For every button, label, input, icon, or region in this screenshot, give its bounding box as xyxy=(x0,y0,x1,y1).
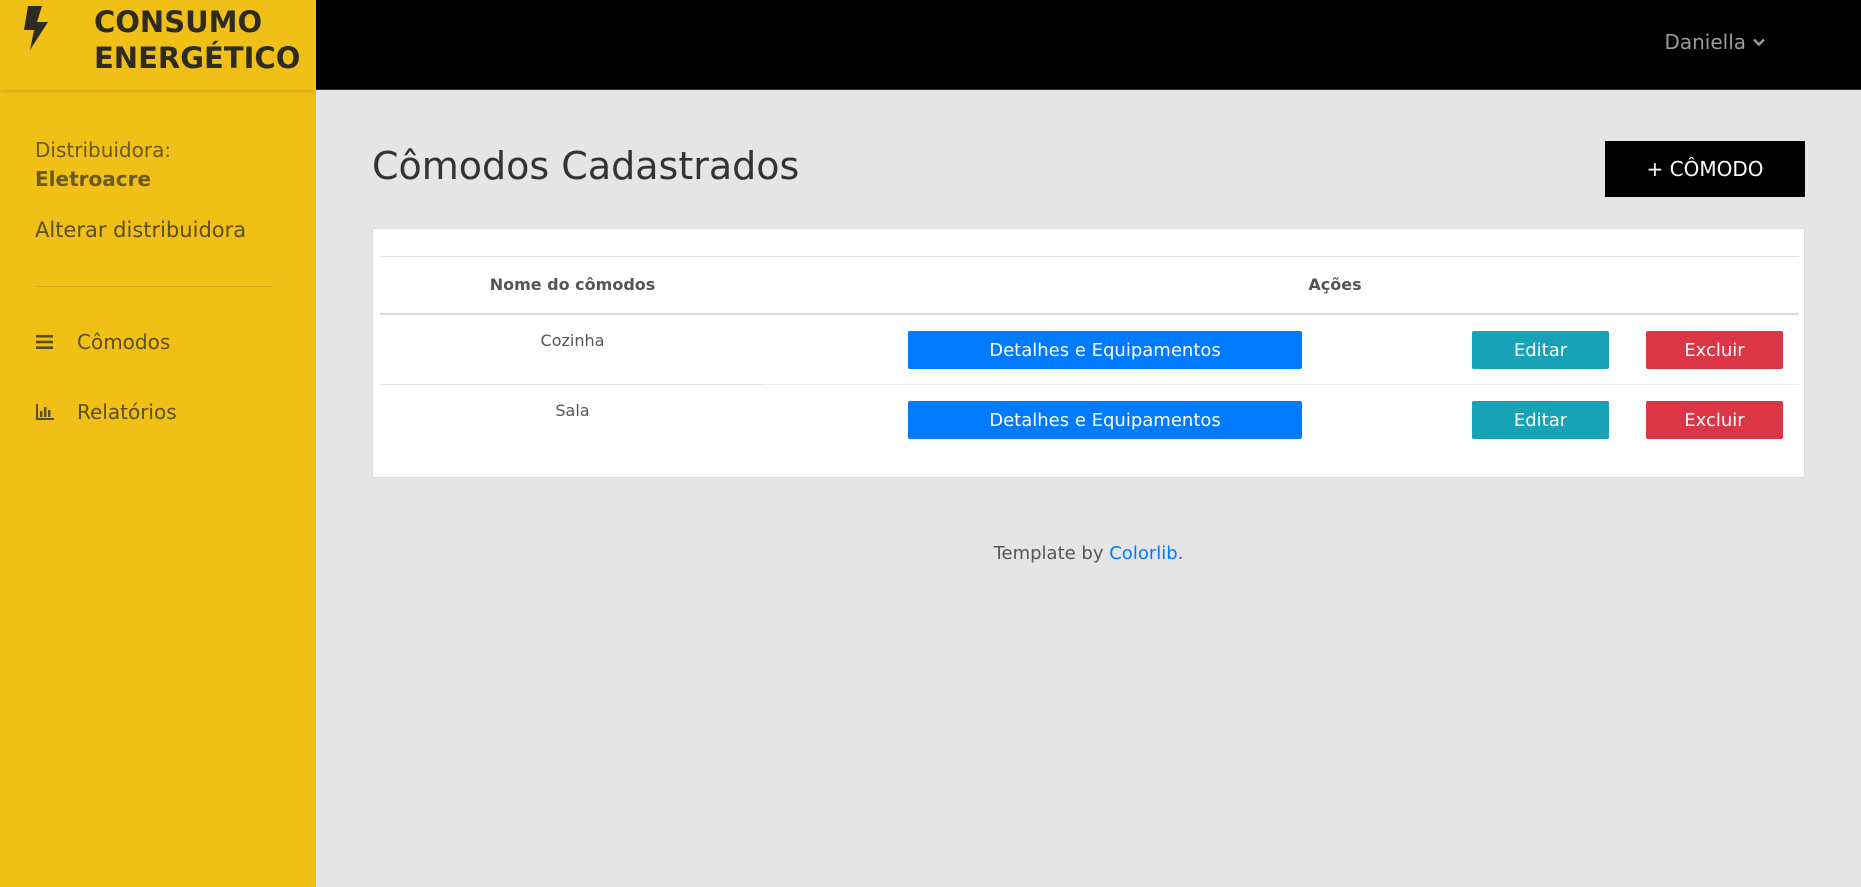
brand-line-2: ENERGÉTICO xyxy=(94,41,301,75)
chevron-down-icon xyxy=(1753,38,1765,47)
sidebar-divider xyxy=(35,286,273,287)
brand-title: CONSUMO ENERGÉTICO xyxy=(94,4,300,76)
edit-button[interactable]: Editar xyxy=(1472,331,1609,369)
table-row: Sala Detalhes e Equipamentos Editar Excl… xyxy=(380,385,1799,455)
colorlib-link[interactable]: Colorlib xyxy=(1109,543,1177,564)
user-menu[interactable]: Daniella xyxy=(1664,30,1766,54)
distributor-block: Distribuidora: Eletroacre xyxy=(35,136,171,194)
delete-button[interactable]: Excluir xyxy=(1646,401,1783,439)
table-row: Cozinha Detalhes e Equipamentos Editar E… xyxy=(380,315,1799,385)
footer-suffix: . xyxy=(1177,543,1184,564)
user-name: Daniella xyxy=(1664,30,1746,54)
brand[interactable]: CONSUMO ENERGÉTICO xyxy=(0,0,316,90)
column-header-actions: Ações xyxy=(1308,275,1362,294)
topbar: Daniella xyxy=(316,0,1861,90)
rooms-card: Nome do cômodos Ações Cozinha Detalhes e… xyxy=(372,228,1805,478)
sidebar: CONSUMO ENERGÉTICO Distribuidora: Eletro… xyxy=(0,0,316,887)
edit-button[interactable]: Editar xyxy=(1472,401,1609,439)
add-room-button[interactable]: + CÔMODO xyxy=(1605,141,1805,197)
table-header: Nome do cômodos Ações xyxy=(380,256,1799,315)
footer-prefix: Template by xyxy=(993,543,1110,564)
room-name: Cozinha xyxy=(540,331,605,350)
delete-button[interactable]: Excluir xyxy=(1646,331,1783,369)
page-title: Cômodos Cadastrados xyxy=(372,144,800,188)
details-button[interactable]: Detalhes e Equipamentos xyxy=(908,401,1302,439)
sidebar-item-label: Relatórios xyxy=(77,400,177,424)
brand-line-1: CONSUMO xyxy=(94,5,263,39)
list-icon xyxy=(36,335,53,349)
footer: Template by Colorlib. xyxy=(316,543,1861,564)
rooms-table: Nome do cômodos Ações Cozinha Detalhes e… xyxy=(380,256,1799,455)
sidebar-item-reports[interactable]: Relatórios xyxy=(35,400,177,424)
change-distributor-link[interactable]: Alterar distribuidora xyxy=(35,218,246,242)
room-name: Sala xyxy=(555,401,590,420)
distributor-label: Distribuidora: xyxy=(35,138,172,162)
bar-chart-icon xyxy=(36,404,54,420)
sidebar-item-rooms[interactable]: Cômodos xyxy=(35,330,170,354)
bolt-icon xyxy=(24,6,48,50)
distributor-name: Eletroacre xyxy=(35,167,152,191)
details-button[interactable]: Detalhes e Equipamentos xyxy=(908,331,1302,369)
column-header-name: Nome do cômodos xyxy=(489,275,656,294)
sidebar-item-label: Cômodos xyxy=(77,330,171,354)
